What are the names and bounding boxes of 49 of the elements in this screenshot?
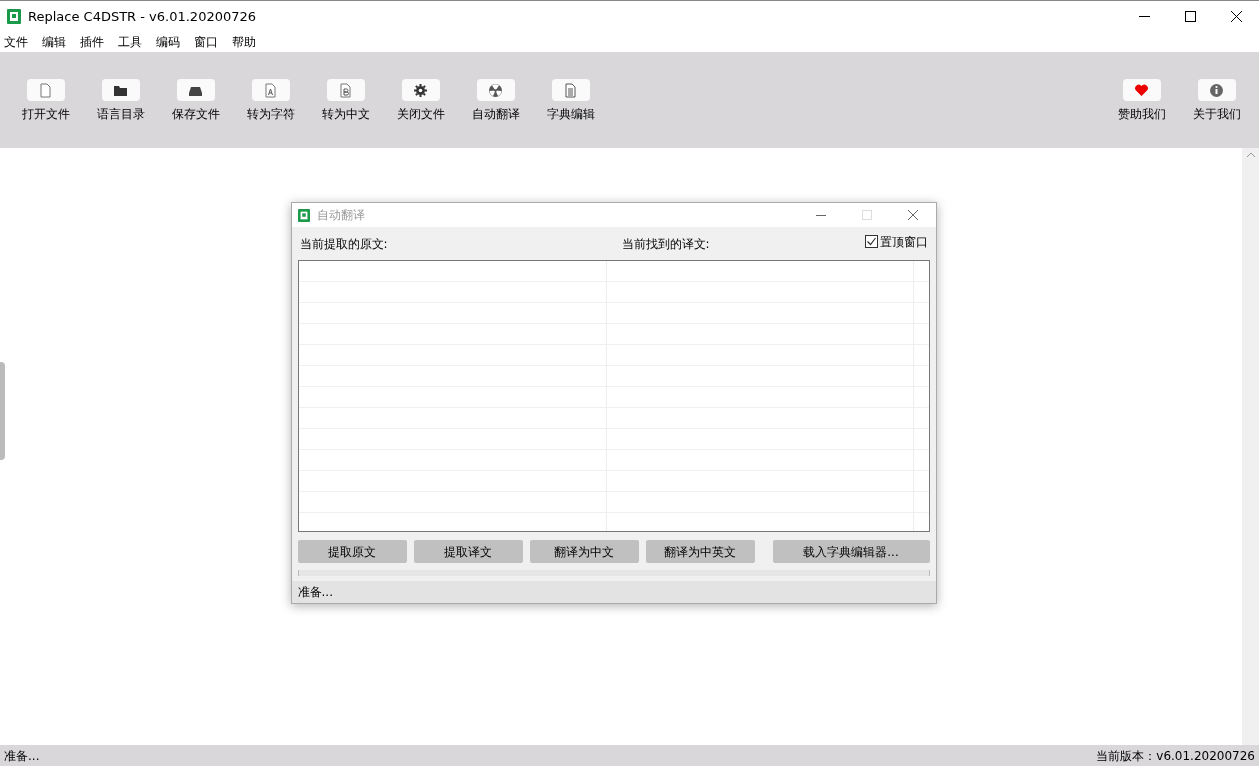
source-label: 当前提取的原文: <box>299 235 389 253</box>
document-icon <box>338 82 353 98</box>
document-icon <box>263 82 278 98</box>
splitter-handle[interactable] <box>0 362 5 460</box>
document-icon <box>563 82 578 98</box>
toolbar-button[interactable]: 转为字符 <box>238 79 303 123</box>
menu-item[interactable]: 编码 <box>156 33 180 51</box>
toolbar-button[interactable]: 保存文件 <box>163 79 228 123</box>
action-button[interactable]: 翻译为中文 <box>529 540 639 563</box>
version-text: 当前版本：v6.01.20200726 <box>1096 747 1255 765</box>
toolbar-button[interactable]: 语言目录 <box>88 79 153 123</box>
menu-item[interactable]: 编辑 <box>42 33 66 51</box>
close-icon <box>1230 11 1242 22</box>
action-button[interactable]: 提取原文 <box>297 540 407 563</box>
gear-icon <box>413 82 428 98</box>
toolbar-button[interactable]: 关闭文件 <box>388 79 453 123</box>
stay-on-top-checkbox[interactable]: 置顶窗口 <box>864 232 928 251</box>
checkbox-icon[interactable] <box>864 235 878 248</box>
maximize-icon <box>1184 11 1196 22</box>
status-text: 准备... <box>297 584 333 601</box>
menu-item[interactable]: 帮助 <box>232 33 256 51</box>
toolbar-button[interactable]: 关于我们 <box>1184 79 1249 123</box>
menu-item[interactable]: 工具 <box>118 33 142 51</box>
toolbar-button[interactable]: 赞助我们 <box>1109 79 1174 123</box>
action-button[interactable]: 翻译为中英文 <box>645 540 755 563</box>
close-icon <box>907 210 918 220</box>
menu-item[interactable]: 窗口 <box>194 33 218 51</box>
app-icon <box>7 9 21 24</box>
minimize-icon <box>815 214 826 216</box>
toolbar-button[interactable]: 字典编辑 <box>538 79 603 123</box>
maximize-icon <box>861 210 872 220</box>
target-label: 当前找到的译文: <box>621 235 710 253</box>
minimize-icon <box>1138 16 1150 17</box>
menu-item[interactable]: 文件 <box>4 33 28 51</box>
menu-item[interactable]: 插件 <box>80 33 104 51</box>
radiation-icon <box>488 82 503 98</box>
app-icon <box>297 208 310 222</box>
heart-icon <box>1134 82 1149 98</box>
dialog-title: 自动翻译 <box>316 207 365 224</box>
load-dictionary-editor-button[interactable]: 载入字典编辑器... <box>772 540 930 563</box>
toolbar-button[interactable]: 打开文件 <box>13 79 78 123</box>
toolbar-button[interactable]: 转为中文 <box>313 79 378 123</box>
file-icon <box>38 82 53 98</box>
action-button[interactable]: 提取译文 <box>413 540 523 563</box>
toolbar-button[interactable]: 自动翻译 <box>463 79 528 123</box>
scrollbar[interactable] <box>1242 148 1259 745</box>
window-title: Replace C4DSTR - v6.01.20200726 <box>28 7 257 26</box>
status-text: 准备... <box>4 747 40 765</box>
info-icon <box>1209 82 1224 98</box>
